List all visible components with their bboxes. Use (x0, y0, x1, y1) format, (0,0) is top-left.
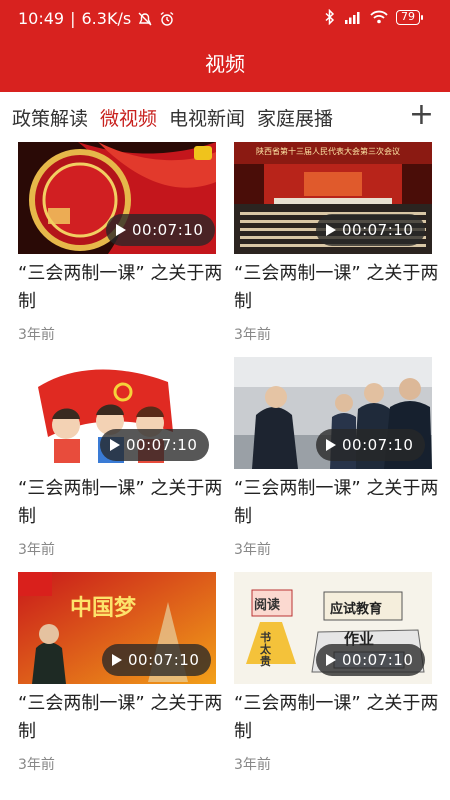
video-duration: 00:07:10 (102, 644, 212, 676)
status-time: 10:49 (18, 9, 65, 28)
duration-text: 00:07:10 (132, 221, 204, 239)
bluetooth-icon (324, 9, 336, 25)
tab-tv-news[interactable]: 电视新闻 (169, 104, 245, 131)
alarm-icon (159, 11, 175, 27)
video-title[interactable]: “三会两制一课” 之关于两制 (18, 475, 228, 531)
video-duration: 00:07:10 (316, 429, 426, 461)
video-time-ago: 3年前 (234, 542, 271, 558)
signal-icon (344, 10, 362, 24)
video-duration: 00:07:10 (316, 644, 426, 676)
video-title[interactable]: “三会两制一课” 之关于两制 (234, 260, 444, 316)
tab-micro-video[interactable]: 微视频 (100, 104, 157, 131)
mute-icon (137, 11, 153, 27)
network-speed: 6.3K/s (81, 9, 132, 28)
wifi-icon (370, 10, 388, 24)
thumbnail-caption: 陕西省第十三届人民代表大会第三次会议 (256, 147, 400, 156)
video-time-ago: 3年前 (18, 542, 55, 558)
status-bar: 10:49 | 6.3K/s 79 (0, 0, 450, 38)
play-icon (326, 439, 336, 451)
battery-icon: 79 (396, 9, 423, 25)
tab-policy[interactable]: 政策解读 (12, 104, 88, 131)
video-time-ago: 3年前 (18, 327, 55, 343)
play-icon (110, 439, 120, 451)
play-icon (326, 224, 336, 236)
thumbnail-caption: 阅读 (254, 598, 281, 613)
video-duration: 00:07:10 (100, 429, 210, 461)
video-title[interactable]: “三会两制一课” 之关于两制 (234, 690, 444, 746)
status-divider: | (70, 9, 76, 28)
video-duration: 00:07:10 (316, 214, 426, 246)
page-title: 视频 (205, 52, 245, 76)
play-icon (116, 224, 126, 236)
video-title[interactable]: “三会两制一课” 之关于两制 (18, 690, 228, 746)
video-title[interactable]: “三会两制一课” 之关于两制 (18, 260, 228, 316)
thumbnail-caption: 中国梦 (70, 595, 137, 621)
tab-family-show[interactable]: 家庭展播 (257, 104, 333, 131)
plus-icon[interactable]: + (409, 100, 434, 130)
duration-text: 00:07:10 (126, 436, 198, 454)
thumbnail-caption: 应试教育 (330, 602, 383, 617)
video-title[interactable]: “三会两制一课” 之关于两制 (234, 475, 444, 531)
duration-text: 00:07:10 (342, 221, 414, 239)
video-time-ago: 3年前 (234, 757, 271, 773)
video-duration: 00:07:10 (106, 214, 216, 246)
duration-text: 00:07:10 (342, 436, 414, 454)
duration-text: 00:07:10 (342, 651, 414, 669)
status-right: 79 (324, 9, 423, 25)
play-icon (326, 654, 336, 666)
thumbnail-caption: 书太贵 (260, 631, 271, 668)
video-time-ago: 3年前 (18, 757, 55, 773)
status-left: 10:49 | 6.3K/s (18, 9, 175, 28)
duration-text: 00:07:10 (128, 651, 200, 669)
app-header: 10:49 | 6.3K/s 79 视频 (0, 0, 450, 92)
category-tabs: 政策解读 微视频 电视新闻 家庭展播 + (0, 92, 450, 142)
video-time-ago: 3年前 (234, 327, 271, 343)
play-icon (112, 654, 122, 666)
